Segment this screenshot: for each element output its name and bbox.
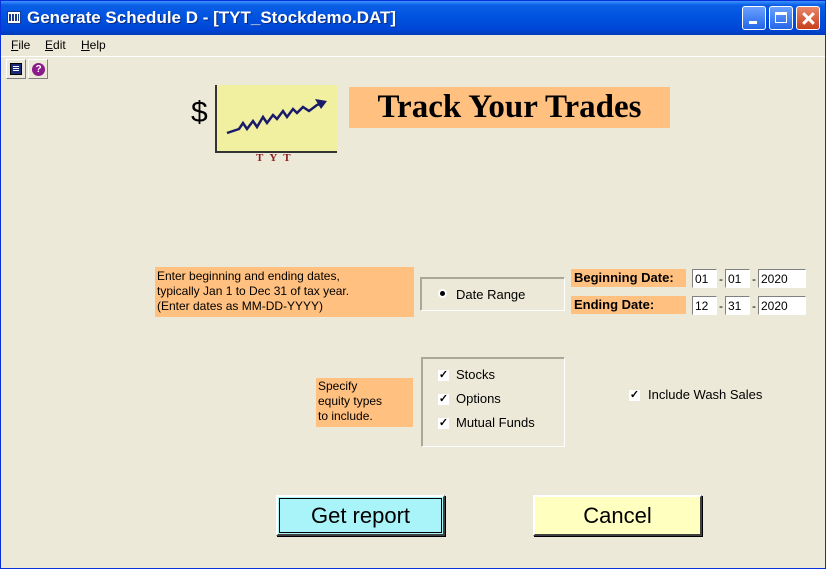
- begin-year-field[interactable]: [758, 269, 806, 288]
- toolbar-divider: [1, 56, 825, 57]
- app-icon[interactable]: [7, 11, 21, 24]
- cancel-label: Cancel: [583, 503, 652, 528]
- stocks-checkbox[interactable]: ✓: [438, 370, 449, 381]
- date-separator: -: [752, 299, 756, 313]
- stocks-label[interactable]: Stocks: [456, 367, 495, 382]
- equity-instruction-line: equity types: [318, 394, 383, 408]
- help-button[interactable]: ?: [28, 59, 48, 79]
- begin-month-field[interactable]: [692, 269, 717, 288]
- minimize-button[interactable]: [742, 6, 766, 30]
- get-report-label: Get report: [310, 503, 411, 528]
- include-wash-sales-label[interactable]: Include Wash Sales: [648, 387, 762, 402]
- menu-edit[interactable]: Edit: [45, 38, 66, 52]
- date-separator: -: [719, 272, 723, 286]
- cancel-button[interactable]: Cancel: [533, 495, 702, 536]
- equity-instructions: Specify equity types to include.: [316, 378, 413, 427]
- date-separator: -: [719, 299, 723, 313]
- equity-instruction-line: Specify: [318, 379, 358, 393]
- date-instruction-line: Enter beginning and ending dates,: [157, 269, 340, 283]
- print-button[interactable]: [6, 59, 26, 79]
- end-month-field[interactable]: [692, 296, 717, 315]
- date-range-label[interactable]: Date Range: [456, 287, 525, 302]
- date-separator: -: [752, 272, 756, 286]
- window-title: Generate Schedule D - [TYT_Stockdemo.DAT…: [27, 8, 397, 27]
- mutual-funds-checkbox[interactable]: ✓: [438, 418, 449, 429]
- logo-caption: TYT: [256, 152, 297, 164]
- beginning-date-label: Beginning Date:: [571, 269, 686, 287]
- equity-types-group: ✓ Stocks ✓ Options ✓ Mutual Funds: [421, 357, 565, 447]
- banner-title: Track Your Trades: [377, 89, 642, 125]
- mutual-funds-label[interactable]: Mutual Funds: [456, 415, 535, 430]
- logo-chart-image: [215, 85, 337, 153]
- logo-dollar-sign: $: [191, 96, 208, 129]
- date-range-group: Date Range: [420, 277, 565, 311]
- maximize-button[interactable]: [769, 6, 793, 30]
- menu-file[interactable]: File: [11, 38, 30, 52]
- ending-date-label: Ending Date:: [571, 296, 686, 314]
- options-label[interactable]: Options: [456, 391, 501, 406]
- trend-arrow-icon: [226, 99, 327, 135]
- schedule-d-window: Generate Schedule D - [TYT_Stockdemo.DAT…: [0, 0, 826, 569]
- date-instruction-line: typically Jan 1 to Dec 31 of tax year.: [157, 284, 350, 298]
- end-day-field[interactable]: [725, 296, 750, 315]
- app-banner: Track Your Trades: [349, 87, 670, 128]
- help-icon: ?: [32, 63, 45, 76]
- include-wash-sales-checkbox[interactable]: ✓: [629, 390, 640, 401]
- title-bar[interactable]: Generate Schedule D - [TYT_Stockdemo.DAT…: [1, 1, 825, 35]
- end-year-field[interactable]: [758, 296, 806, 315]
- print-icon: [10, 63, 22, 75]
- menu-help[interactable]: Help: [81, 38, 106, 52]
- begin-day-field[interactable]: [725, 269, 750, 288]
- get-report-button[interactable]: Get report: [276, 495, 445, 536]
- close-button[interactable]: [796, 6, 820, 30]
- date-range-radio[interactable]: [438, 289, 447, 298]
- date-instructions: Enter beginning and ending dates, typica…: [155, 267, 414, 317]
- options-checkbox[interactable]: ✓: [438, 394, 449, 405]
- menu-bar: File Edit Help: [1, 35, 825, 55]
- equity-instruction-line: to include.: [318, 409, 373, 423]
- date-instruction-line: (Enter dates as MM-DD-YYYY): [157, 299, 324, 313]
